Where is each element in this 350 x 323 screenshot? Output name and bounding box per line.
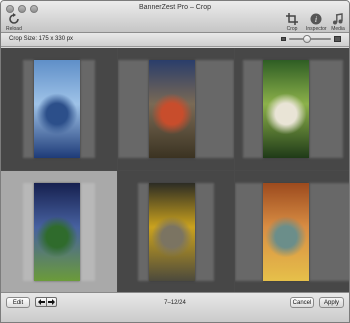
crop-size-label: Crop Size: 175 x 330 px xyxy=(9,36,74,42)
reload-button[interactable]: Reload xyxy=(6,12,22,32)
zoom-control xyxy=(281,35,341,43)
photo-cell[interactable] xyxy=(1,48,117,170)
crop-button[interactable]: Crop xyxy=(285,12,299,32)
mountain-biker-rocks-photo[interactable] xyxy=(149,183,195,281)
mountain-biker-air-photo[interactable] xyxy=(34,183,80,281)
photo-cell[interactable] xyxy=(235,171,349,293)
media-button[interactable]: Media xyxy=(331,12,345,32)
large-image-icon xyxy=(334,36,341,42)
photo-cell-selected[interactable] xyxy=(1,171,117,293)
svg-text:i: i xyxy=(315,15,317,24)
zoom-slider-knob[interactable] xyxy=(302,35,311,43)
title-bar: BannerZest Pro – Crop Reload Crop i Insp… xyxy=(1,1,349,33)
inspector-label: Inspector xyxy=(306,26,327,32)
photo-cell[interactable] xyxy=(118,48,234,170)
reload-icon xyxy=(7,12,21,25)
cyclists-sunset-photo[interactable] xyxy=(149,60,195,158)
reload-label: Reload xyxy=(6,26,22,32)
inspector-button[interactable]: i Inspector xyxy=(306,12,327,32)
cancel-button[interactable]: Cancel xyxy=(290,297,314,308)
small-image-icon xyxy=(281,37,286,41)
cyclists-green-photo[interactable] xyxy=(263,60,309,158)
photo-cell[interactable] xyxy=(118,171,234,293)
zoom-slider[interactable] xyxy=(289,35,331,43)
media-label: Media xyxy=(331,26,345,32)
info-bar: Crop Size: 175 x 330 px xyxy=(1,33,349,47)
info-icon: i xyxy=(309,12,323,25)
crop-label: Crop xyxy=(286,26,298,32)
bottom-bar: Edit 7–12/24 Cancel Apply xyxy=(1,292,349,322)
music-note-icon xyxy=(331,12,345,25)
window-title: BannerZest Pro – Crop xyxy=(139,4,211,11)
kayaker-photo[interactable] xyxy=(34,60,80,158)
crop-icon xyxy=(285,12,299,25)
apply-button[interactable]: Apply xyxy=(319,297,344,308)
photo-grid xyxy=(1,48,349,293)
raft-canyon-photo[interactable] xyxy=(263,183,309,281)
crop-window: BannerZest Pro – Crop Reload Crop i Insp… xyxy=(0,0,350,323)
photo-cell[interactable] xyxy=(235,48,349,170)
